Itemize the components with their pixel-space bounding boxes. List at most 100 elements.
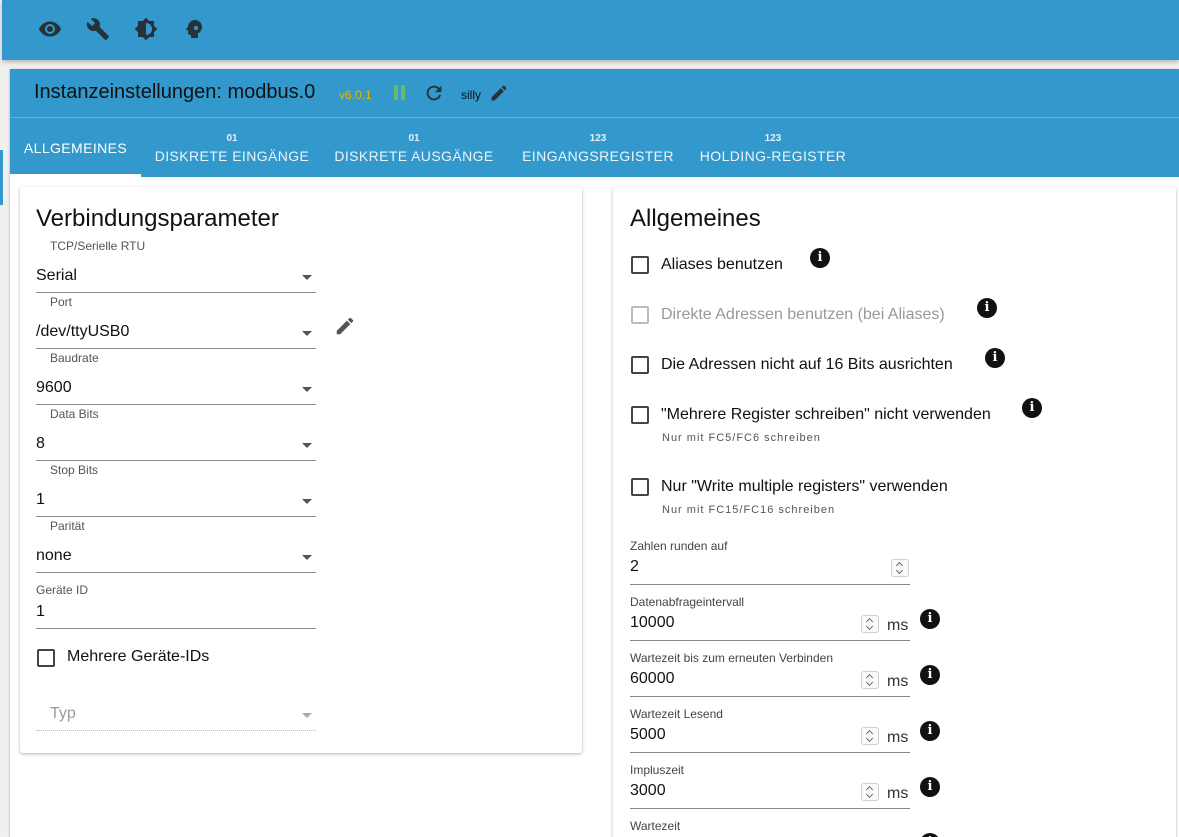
tab-label: ALLGEMEINES (23, 140, 128, 156)
stepper-icon[interactable] (861, 671, 879, 689)
multi-device-ids-checkbox[interactable] (37, 649, 55, 667)
top-toolbar (2, 0, 1179, 60)
helper-text: Nur mit FC15/FC16 schreiben (662, 504, 836, 516)
baudrate-select[interactable]: 9600 (36, 373, 316, 405)
reload-icon[interactable] (423, 82, 445, 104)
info-icon[interactable]: i (920, 609, 940, 629)
tab-holding-register[interactable]: 123 HOLDING-REGISTER (694, 118, 852, 177)
type-select[interactable]: Typ (36, 699, 316, 731)
info-icon[interactable]: i (920, 777, 940, 797)
stepper-icon[interactable] (891, 559, 909, 577)
selected-value: 1 (36, 491, 45, 508)
tab-label: DISKRETE EINGÄNGE (154, 148, 310, 164)
info-icon[interactable]: i (977, 298, 997, 318)
read-timeout-label: Wartezeit Lesend (630, 707, 723, 721)
read-timeout-input[interactable]: 5000 ms (630, 721, 910, 753)
input-value: 10000 (630, 614, 675, 631)
info-icon[interactable]: i (810, 248, 830, 268)
side-indicator (0, 150, 3, 205)
round-input[interactable]: 2 (630, 553, 910, 585)
multi-device-ids-label: Mehrere Geräte-IDs (67, 648, 210, 665)
pulse-time-input[interactable]: 3000 ms (630, 777, 910, 809)
tab-label: EINGANGSREGISTER (522, 148, 674, 164)
pulse-time-label: Impluszeit (630, 763, 685, 777)
pause-icon[interactable] (392, 85, 406, 101)
info-icon[interactable]: i (920, 721, 940, 741)
selected-value: /dev/ttyUSB0 (36, 323, 130, 340)
general-settings-card: Allgemeines Aliases benutzen i Direkte A… (613, 187, 1176, 837)
no-align-16bit-checkbox[interactable] (631, 356, 649, 374)
port-label: Port (50, 295, 73, 309)
tab-allgemeines[interactable]: ALLGEMEINES (10, 118, 141, 177)
head-icon[interactable] (181, 16, 207, 42)
chevron-down-icon (302, 275, 312, 280)
placeholder-text: Typ (50, 705, 76, 722)
selected-value: Serial (36, 267, 77, 284)
selected-value: 9600 (36, 379, 72, 396)
poll-interval-input[interactable]: 10000 ms (630, 609, 910, 641)
baudrate-label: Baudrate (50, 351, 99, 365)
unit-label: ms (887, 673, 909, 690)
device-id-input[interactable]: 1 (36, 597, 316, 629)
reconnect-interval-input[interactable]: 60000 ms (630, 665, 910, 697)
direct-addresses-checkbox[interactable] (631, 306, 649, 324)
parity-select[interactable]: none (36, 541, 316, 573)
info-icon[interactable]: i (985, 348, 1005, 368)
section-title: Verbindungsparameter (36, 205, 279, 232)
eye-icon[interactable] (37, 16, 63, 42)
stepper-icon[interactable] (861, 783, 879, 801)
unit-label: ms (887, 617, 909, 634)
brightness-icon[interactable] (133, 16, 159, 42)
tab-label: HOLDING-REGISTER (699, 148, 847, 164)
no-align-16bit-label: Die Adressen nicht auf 16 Bits ausrichte… (661, 356, 953, 373)
input-value: 3000 (630, 782, 666, 799)
chevron-down-icon (302, 387, 312, 392)
direct-addresses-label: Direkte Adressen benutzen (bei Aliases) (661, 306, 945, 323)
edit-loglevel-icon[interactable] (489, 83, 509, 103)
reconnect-label: Wartezeit bis zum erneuten Verbinden (630, 651, 833, 665)
info-icon[interactable]: i (1022, 398, 1042, 418)
tab-badge: 123 (764, 133, 782, 144)
tab-eingangsregister[interactable]: 123 EINGANGSREGISTER (517, 118, 679, 177)
chevron-down-icon (302, 713, 312, 718)
info-icon[interactable]: i (920, 833, 940, 837)
tab-diskrete-eingaenge[interactable]: 01 DISKRETE EINGÄNGE (149, 118, 315, 177)
chevron-down-icon (302, 555, 312, 560)
connection-parameters-card: Verbindungsparameter TCP/Serielle RTU Se… (20, 187, 582, 753)
use-aliases-checkbox[interactable] (631, 256, 649, 274)
tab-diskrete-ausgaenge[interactable]: 01 DISKRETE AUSGÄNGE (330, 118, 498, 177)
databits-select[interactable]: 8 (36, 429, 316, 461)
edit-port-icon[interactable] (334, 315, 356, 337)
stepper-icon[interactable] (861, 615, 879, 633)
version-label: v6.0.1 (339, 88, 372, 102)
stepper-icon[interactable] (861, 727, 879, 745)
parity-label: Parität (50, 519, 85, 533)
connection-type-select[interactable]: Serial (36, 261, 316, 293)
section-title: Allgemeines (630, 205, 761, 232)
tab-badge: 123 (589, 133, 607, 144)
instance-settings-panel: Instanzeinstellungen: modbus.0 v6.0.1 si… (10, 69, 1179, 837)
tab-label: DISKRETE AUSGÄNGE (334, 148, 494, 164)
input-value: 60000 (630, 670, 675, 687)
chevron-down-icon (302, 443, 312, 448)
tab-badge: 01 (226, 133, 238, 144)
unit-label: ms (887, 785, 909, 802)
use-aliases-label: Aliases benutzen (661, 256, 783, 273)
wait-time-label: Wartezeit (630, 819, 681, 833)
port-select[interactable]: /dev/ttyUSB0 (36, 317, 316, 349)
no-multi-register-write-checkbox[interactable] (631, 406, 649, 424)
tab-badge: 01 (408, 133, 420, 144)
chevron-down-icon (302, 499, 312, 504)
input-value: 5000 (630, 726, 666, 743)
info-icon[interactable]: i (920, 665, 940, 685)
stopbits-select[interactable]: 1 (36, 485, 316, 517)
chevron-down-icon (302, 331, 312, 336)
round-label: Zahlen runden auf (630, 539, 728, 553)
databits-label: Data Bits (50, 407, 99, 421)
poll-label: Datenabfrageintervall (630, 595, 745, 609)
panel-header: Instanzeinstellungen: modbus.0 v6.0.1 si… (10, 69, 1179, 177)
tab-bar: ALLGEMEINES 01 DISKRETE EINGÄNGE 01 DISK… (10, 118, 1179, 177)
wrench-icon[interactable] (85, 16, 111, 42)
selected-value: none (36, 547, 72, 564)
only-write-multiple-checkbox[interactable] (631, 478, 649, 496)
